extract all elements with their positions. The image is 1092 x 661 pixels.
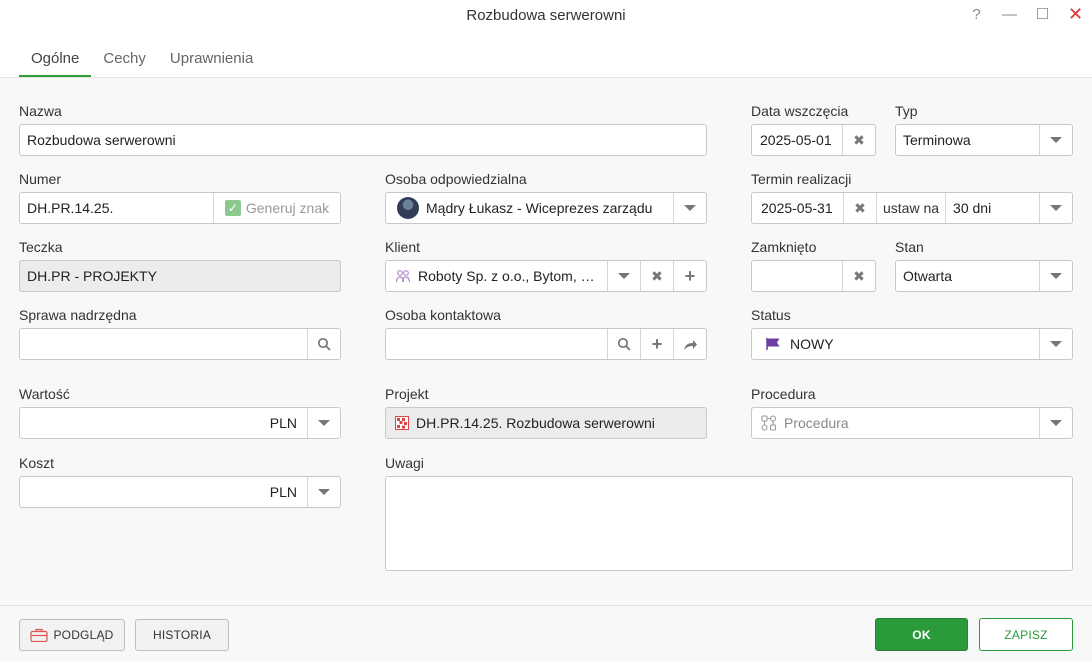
osoba-odp-value: Mądry Łukasz - Wiceprezes zarządu [426, 200, 653, 216]
stan-label: Stan [895, 239, 924, 255]
client-icon [395, 268, 411, 284]
tab-ogolne[interactable]: Ogólne [19, 44, 92, 77]
chevron-down-icon[interactable] [307, 477, 340, 507]
tab-cechy[interactable]: Cechy [91, 44, 158, 77]
tab-bar: Ogólne Cechy Uprawnienia [19, 44, 265, 78]
wartosc-currency: PLN [269, 415, 297, 431]
add-icon[interactable]: + [673, 261, 706, 291]
preview-label: PODGLĄD [53, 628, 114, 642]
ok-button[interactable]: OK [875, 618, 968, 651]
chevron-down-icon[interactable] [1039, 408, 1072, 438]
uwagi-label: Uwagi [385, 455, 424, 471]
chevron-down-icon[interactable] [1039, 329, 1072, 359]
help-icon[interactable]: ? [960, 0, 993, 28]
window-title: Rozbudowa serwerowni [466, 7, 626, 24]
procedura-placeholder: Procedura [784, 415, 849, 431]
klient-label: Klient [385, 239, 421, 255]
days-value[interactable]: 30 dni [945, 193, 1039, 223]
termin-label: Termin realizacji [751, 171, 852, 187]
nazwa-label: Nazwa [19, 103, 62, 119]
status-value: NOWY [790, 336, 834, 352]
preview-button[interactable]: PODGLĄD [19, 619, 125, 651]
save-button[interactable]: ZAPISZ [979, 618, 1073, 651]
klient-field[interactable]: Roboty Sp. z o.o., Bytom, K... ✖ + [385, 260, 707, 292]
numer-field[interactable]: DH.PR.14.25. ✓ Generuj znak [19, 192, 341, 224]
status-select[interactable]: NOWY [751, 328, 1073, 360]
chevron-down-icon[interactable] [607, 261, 640, 291]
history-button[interactable]: HISTORIA [135, 619, 229, 651]
typ-label: Typ [895, 103, 918, 119]
clear-icon[interactable]: ✖ [640, 261, 673, 291]
sprawa-label: Sprawa nadrzędna [19, 307, 137, 323]
flag-icon [766, 337, 782, 351]
procedura-select[interactable]: Procedura [751, 407, 1073, 439]
data-wszczecia-field[interactable]: 2025-05-01 ✖ [751, 124, 876, 156]
chevron-down-icon[interactable] [673, 193, 706, 223]
chevron-down-icon[interactable] [1039, 193, 1072, 223]
footer: PODGLĄD HISTORIA OK ZAPISZ [0, 605, 1092, 661]
chevron-down-icon[interactable] [1039, 125, 1072, 155]
teczka-label: Teczka [19, 239, 63, 255]
checkbox-icon: ✓ [224, 200, 241, 216]
tab-uprawnienia[interactable]: Uprawnienia [158, 44, 265, 77]
close-icon[interactable]: ✕ [1059, 0, 1092, 28]
typ-value: Terminowa [903, 132, 971, 148]
teczka-value: DH.PR - PROJEKTY [27, 268, 157, 284]
window-controls: ? — ☐ ✕ [960, 0, 1092, 30]
generate-sign-button[interactable]: ✓ Generuj znak [213, 193, 340, 223]
set-to-label: ustaw na [876, 193, 945, 223]
nazwa-field[interactable]: Rozbudowa serwerowni [19, 124, 707, 156]
osoba-odp-field[interactable]: Mądry Łukasz - Wiceprezes zarządu [385, 192, 707, 224]
procedure-icon [761, 415, 777, 431]
forward-arrow-icon[interactable] [673, 329, 706, 359]
briefcase-icon [30, 628, 49, 642]
form-area: Nazwa Rozbudowa serwerowni Numer DH.PR.1… [0, 78, 1092, 605]
numer-value: DH.PR.14.25. [27, 200, 114, 216]
osoba-kontaktowa-label: Osoba kontaktowa [385, 307, 501, 323]
termin-field[interactable]: 2025-05-31 ✖ ustaw na 30 dni [751, 192, 1073, 224]
project-icon [395, 416, 409, 430]
koszt-currency: PLN [269, 484, 297, 500]
minimize-icon[interactable]: — [993, 0, 1026, 28]
clear-icon[interactable]: ✖ [843, 193, 876, 223]
zamknieto-field[interactable]: ✖ [751, 260, 876, 292]
search-icon[interactable] [307, 329, 340, 359]
koszt-field[interactable]: PLN [19, 476, 341, 508]
wartosc-field[interactable]: PLN [19, 407, 341, 439]
stan-select[interactable]: Otwarta [895, 260, 1073, 292]
maximize-icon[interactable]: ☐ [1026, 0, 1059, 28]
clear-icon[interactable]: ✖ [842, 125, 875, 155]
sprawa-field[interactable] [19, 328, 341, 360]
projekt-value: DH.PR.14.25. Rozbudowa serwerowni [416, 415, 655, 431]
chevron-down-icon[interactable] [1039, 261, 1072, 291]
klient-value: Roboty Sp. z o.o., Bytom, K... [418, 268, 602, 284]
wartosc-label: Wartość [19, 386, 70, 402]
nazwa-value: Rozbudowa serwerowni [27, 132, 176, 148]
generate-sign-label: Generuj znak [245, 200, 330, 216]
procedura-label: Procedura [751, 386, 816, 402]
projekt-field: DH.PR.14.25. Rozbudowa serwerowni [385, 407, 707, 439]
avatar [397, 197, 419, 219]
chevron-down-icon[interactable] [307, 408, 340, 438]
stan-value: Otwarta [903, 268, 953, 284]
typ-select[interactable]: Terminowa [895, 124, 1073, 156]
data-wszczecia-label: Data wszczęcia [751, 103, 849, 119]
osoba-odp-label: Osoba odpowiedzialna [385, 171, 527, 187]
add-icon[interactable]: + [640, 329, 673, 359]
data-wszczecia-value: 2025-05-01 [760, 132, 832, 148]
search-icon[interactable] [607, 329, 640, 359]
clear-icon[interactable]: ✖ [842, 261, 875, 291]
projekt-label: Projekt [385, 386, 429, 402]
zamknieto-label: Zamknięto [751, 239, 817, 255]
uwagi-textarea[interactable] [385, 476, 1073, 571]
koszt-label: Koszt [19, 455, 55, 471]
teczka-field: DH.PR - PROJEKTY [19, 260, 341, 292]
termin-value: 2025-05-31 [761, 200, 833, 216]
osoba-kontaktowa-field[interactable]: + [385, 328, 707, 360]
uwagi-value [386, 477, 1072, 483]
status-label: Status [751, 307, 791, 323]
numer-label: Numer [19, 171, 62, 187]
